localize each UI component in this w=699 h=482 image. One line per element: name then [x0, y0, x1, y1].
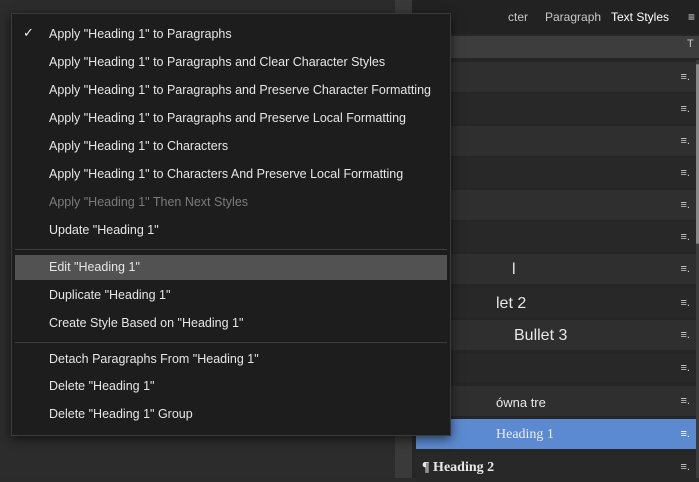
- style-row[interactable]: ≡.: [416, 353, 696, 383]
- list-icon[interactable]: ≡.: [681, 71, 690, 83]
- list-icon[interactable]: ≡.: [681, 395, 690, 407]
- menu-item-apply-characters[interactable]: Apply "Heading 1" to Characters: [15, 134, 447, 159]
- menu-item-update[interactable]: Update "Heading 1": [15, 218, 447, 243]
- hamburger-icon[interactable]: ≡: [688, 10, 699, 24]
- menu-item-apply-then-next: Apply "Heading 1" Then Next Styles: [15, 190, 447, 215]
- menu-item-delete-group[interactable]: Delete "Heading 1" Group: [15, 402, 447, 427]
- menu-item-label: Apply "Heading 1" Then Next Styles: [49, 195, 249, 209]
- menu-item-delete[interactable]: Delete "Heading 1": [15, 374, 447, 399]
- context-menu: ✓ Apply "Heading 1" to Paragraphs Apply …: [11, 13, 451, 436]
- style-name: Bullet 3: [514, 327, 568, 344]
- menu-item-apply-paragraphs-preserve-char[interactable]: Apply "Heading 1" to Paragraphs and Pres…: [15, 78, 447, 103]
- menu-item-label: Create Style Based on "Heading 1": [49, 316, 244, 330]
- menu-item-apply-characters-preserve-local[interactable]: Apply "Heading 1" to Characters And Pres…: [15, 162, 447, 187]
- menu-item-label: Apply "Heading 1" to Paragraphs and Clea…: [49, 55, 386, 69]
- menu-item-label: Delete "Heading 1": [49, 379, 155, 393]
- list-icon[interactable]: ≡.: [681, 135, 690, 147]
- style-row[interactable]: ≡.: [416, 62, 696, 92]
- menu-item-apply-paragraphs-clear-char[interactable]: Apply "Heading 1" to Paragraphs and Clea…: [15, 50, 447, 75]
- tab-text-styles[interactable]: Text Styles: [611, 10, 669, 24]
- list-icon[interactable]: ≡.: [681, 428, 690, 440]
- list-icon[interactable]: ≡.: [681, 167, 690, 179]
- style-row[interactable]: let 2 ≡.: [416, 288, 696, 318]
- style-name: Heading 1: [496, 427, 554, 442]
- panel-tabs: cter Paragraph Text Styles ≡: [412, 0, 699, 34]
- list-icon[interactable]: ≡.: [681, 461, 690, 473]
- menu-item-label: Apply "Heading 1" to Characters: [49, 139, 229, 153]
- menu-item-label: Apply "Heading 1" to Paragraphs: [49, 27, 232, 41]
- menu-item-label: Apply "Heading 1" to Paragraphs and Pres…: [49, 83, 431, 97]
- list-icon[interactable]: ≡.: [681, 297, 690, 309]
- tab-character[interactable]: cter: [508, 10, 528, 24]
- style-name: ówna tre: [496, 395, 546, 410]
- menu-item-label: Update "Heading 1": [49, 223, 159, 237]
- list-icon[interactable]: ≡.: [681, 362, 690, 374]
- text-search-icon[interactable]: T: [687, 38, 699, 54]
- style-name: let 2: [496, 295, 527, 312]
- menu-item-label: Detach Paragraphs From "Heading 1": [49, 352, 259, 366]
- style-row[interactable]: Bullet 3 ≡.: [416, 320, 696, 350]
- menu-item-detach-paragraphs[interactable]: Detach Paragraphs From "Heading 1": [15, 347, 447, 372]
- style-row[interactable]: ≡.: [416, 190, 696, 220]
- style-name: l: [512, 261, 516, 278]
- menu-item-label: Delete "Heading 1" Group: [49, 407, 193, 421]
- list-icon[interactable]: ≡.: [681, 263, 690, 275]
- list-icon[interactable]: ≡.: [681, 231, 690, 243]
- list-icon[interactable]: ≡.: [681, 329, 690, 341]
- text-styles-panel: cter Paragraph Text Styles ≡ T ≡. ≡. ≡. …: [412, 0, 699, 482]
- list-icon[interactable]: ≡.: [681, 199, 690, 211]
- menu-item-label: Edit "Heading 1": [49, 260, 140, 274]
- menu-item-label: Apply "Heading 1" to Characters And Pres…: [49, 167, 404, 181]
- checkmark-icon: ✓: [23, 25, 34, 40]
- style-row[interactable]: ≡.: [416, 94, 696, 124]
- style-row[interactable]: l ≡.: [416, 254, 696, 284]
- search-input[interactable]: T: [416, 36, 699, 58]
- menu-item-label: Apply "Heading 1" to Paragraphs and Pres…: [49, 111, 406, 125]
- style-row[interactable]: ówna tre ≡.: [416, 386, 696, 416]
- menu-item-label: Duplicate "Heading 1": [49, 288, 171, 302]
- menu-separator: [15, 342, 447, 343]
- style-row[interactable]: ≡.: [416, 222, 696, 252]
- list-icon[interactable]: ≡.: [681, 103, 690, 115]
- menu-separator: [15, 249, 447, 250]
- menu-item-apply-paragraphs[interactable]: ✓ Apply "Heading 1" to Paragraphs: [15, 22, 447, 47]
- menu-item-edit[interactable]: Edit "Heading 1": [15, 255, 447, 280]
- style-row-selected[interactable]: Heading 1 ≡.: [416, 419, 696, 449]
- menu-item-create-based-on[interactable]: Create Style Based on "Heading 1": [15, 311, 447, 336]
- style-row[interactable]: ≡.: [416, 126, 696, 156]
- menu-item-duplicate[interactable]: Duplicate "Heading 1": [15, 283, 447, 308]
- style-name: ¶ Heading 2: [422, 460, 495, 475]
- tab-paragraph[interactable]: Paragraph: [545, 10, 601, 24]
- menu-item-apply-paragraphs-preserve-local[interactable]: Apply "Heading 1" to Paragraphs and Pres…: [15, 106, 447, 131]
- style-row[interactable]: ≡.: [416, 158, 696, 188]
